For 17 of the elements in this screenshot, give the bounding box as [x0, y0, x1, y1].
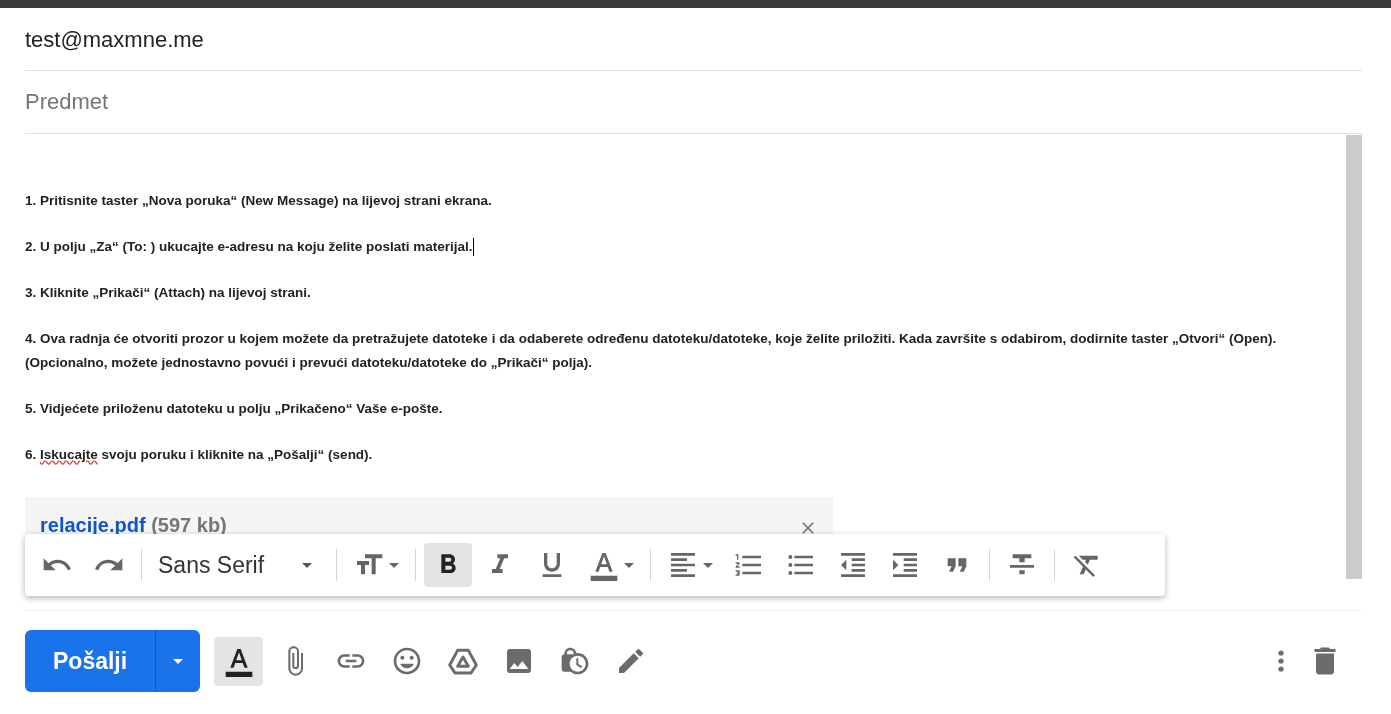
body-paragraph: 3. Kliknite „Prikači“ (Attach) na lijevoj strani. [25, 284, 312, 302]
subject-field[interactable]: Predmet [25, 71, 1362, 134]
body-paragraph: 4. Ova radnja će otvoriti prozor u kojem možete da pretražujete datoteke i da odaberete određenu datoteku/datoteke, koje želite priložiti. Kada završite s odabirom, dodirnite taster „Otvori“ (Open). (Opcionalno, možete jednostavno povući i prevući datoteku/datoteke do „Prikači“ polja). [25, 330, 1278, 372]
scrollbar[interactable] [1346, 135, 1362, 579]
body-paragraph: 1. Pritisnite taster „Nova poruka“ (New Message) na lijevoj strani ekrana. [25, 192, 493, 210]
body-paragraph: 2. U polju „Za“ (To: ) ukucajte e-adresu na koju želite poslati materijal. [25, 235, 1334, 259]
recipient-field[interactable]: test@maxmne.me [25, 22, 204, 56]
bold-button[interactable] [424, 543, 472, 587]
body-paragraph: 5. Vidjećete priloženu datoteku u polju „Prikačeno“ Vaše e-pošte. [25, 400, 444, 418]
body-paragraph: 6. Iskucajte svoju poruku i kliknite na „Pošalji“ (send). [25, 446, 374, 464]
caret-icon [624, 562, 634, 568]
caret-icon [302, 562, 312, 568]
caret-icon [173, 658, 184, 664]
caret-icon [389, 562, 399, 568]
text-format-button[interactable] [214, 636, 264, 686]
more-icon [1278, 650, 1284, 672]
caret-icon [703, 562, 713, 568]
